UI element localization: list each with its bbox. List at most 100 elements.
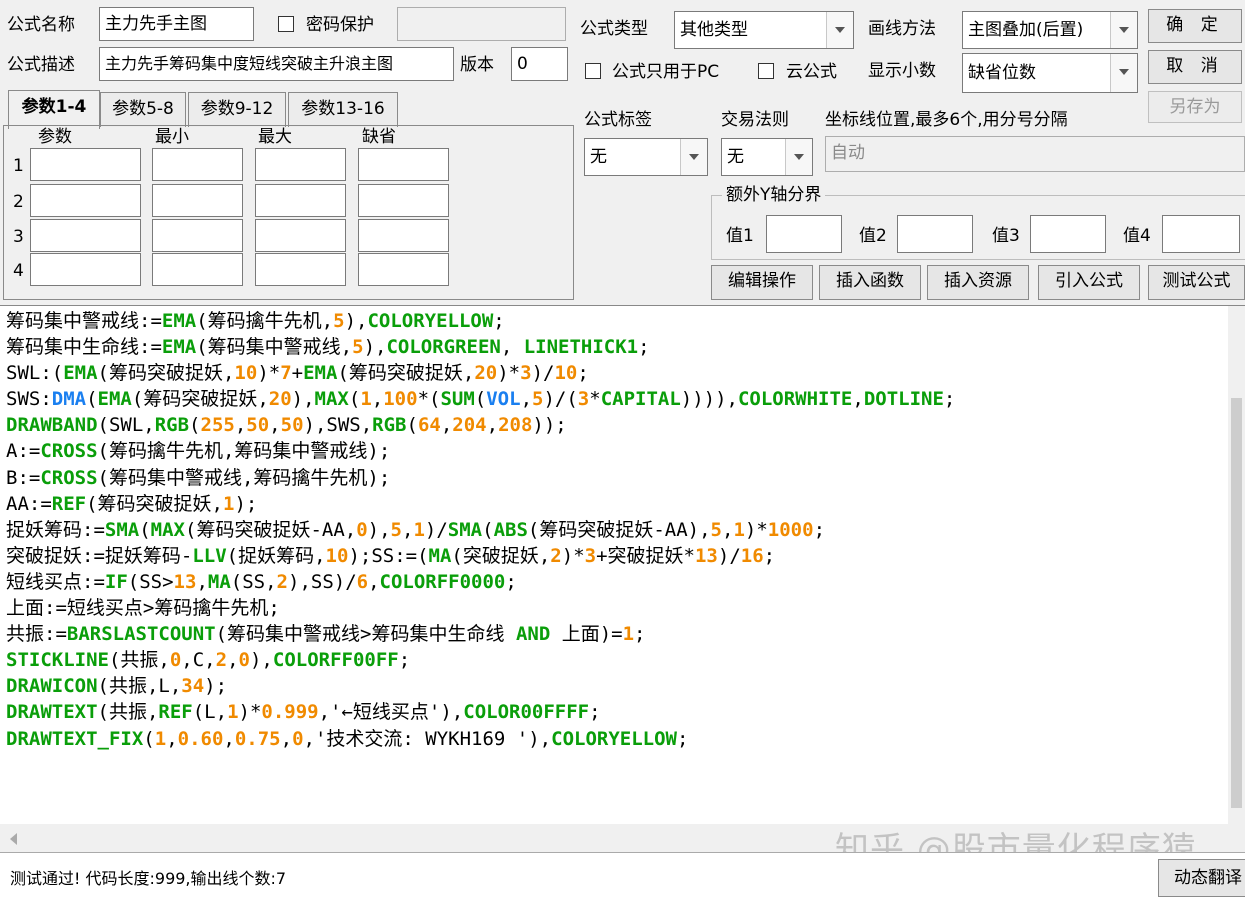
axis-position-input[interactable]: 自动	[825, 136, 1245, 172]
param-min-input[interactable]	[152, 219, 243, 252]
code-token: ABS	[493, 518, 528, 541]
import-formula-button[interactable]: 引入公式	[1038, 265, 1140, 300]
param-name-input[interactable]	[30, 253, 141, 286]
cloud-formula-checkbox[interactable]	[758, 63, 774, 79]
code-token: 筹码集中生命线:=	[6, 336, 162, 359]
scroll-left-arrow-icon[interactable]	[10, 833, 17, 845]
formula-type-select[interactable]: 其他类型	[674, 11, 854, 49]
code-text[interactable]: 筹码集中警戒线:=EMA(筹码擒牛先机,5),COLORYELLOW; 筹码集中生…	[6, 308, 955, 752]
code-token: );	[234, 492, 258, 515]
code-editor[interactable]: 筹码集中警戒线:=EMA(筹码擒牛先机,5),COLORYELLOW; 筹码集中生…	[0, 305, 1245, 853]
formula-tag-select[interactable]: 无	[584, 138, 708, 176]
code-token: (	[143, 727, 155, 750]
formula-name-input[interactable]: 主力先手主图	[99, 7, 254, 41]
code-token: ,	[368, 570, 380, 593]
code-token: (	[474, 388, 487, 411]
code-line[interactable]: 短线买点:=IF(SS>13,MA(SS,2),SS)/6,COLORFF000…	[6, 569, 955, 595]
code-line[interactable]: 共振:=BARSLASTCOUNT(筹码集中警戒线>筹码集中生命线 AND 上面…	[6, 621, 955, 647]
code-token: ,	[440, 414, 453, 437]
chevron-down-icon[interactable]	[785, 139, 812, 175]
code-line[interactable]: A:=CROSS(筹码擒牛先机,筹码集中警戒线);	[6, 438, 955, 464]
code-token: )*	[257, 362, 281, 385]
code-token: 上面)=	[550, 623, 623, 646]
param-max-input[interactable]	[255, 219, 346, 252]
code-line[interactable]: DRAWTEXT_FIX(1,0.60,0.75,0,'技术交流: WYKH16…	[6, 726, 955, 752]
insert-function-button[interactable]: 插入函数	[819, 265, 921, 300]
param-max-input[interactable]	[255, 184, 346, 217]
version-label: 版本	[460, 55, 494, 75]
edit-operations-button[interactable]: 编辑操作	[711, 265, 813, 300]
param-min-input[interactable]	[152, 184, 243, 217]
pc-only-checkbox[interactable]	[585, 63, 601, 79]
code-token: EMA	[161, 336, 197, 359]
param-max-input[interactable]	[255, 253, 346, 286]
tab-params-9-12[interactable]: 参数9-12	[188, 92, 286, 127]
code-token: 255	[200, 414, 235, 437]
decimals-label: 显示小数	[868, 61, 936, 81]
code-token: B:=	[6, 466, 41, 489]
cancel-button[interactable]: 取 消	[1148, 50, 1242, 84]
code-token: (捉妖筹码,	[226, 544, 326, 567]
password-label: 密码保护	[306, 15, 374, 35]
code-token: MA	[207, 570, 231, 593]
code-line[interactable]: STICKLINE(共振,0,C,2,0),COLORFF00FF;	[6, 647, 955, 673]
param-header-min: 最小	[155, 127, 189, 147]
tab-params-1-4[interactable]: 参数1-4	[8, 90, 100, 129]
test-formula-button[interactable]: 测试公式	[1148, 265, 1245, 300]
code-token: ;	[676, 727, 689, 750]
code-token: 1	[413, 518, 425, 541]
code-line[interactable]: DRAWBAND(SWL,RGB(255,50,50),SWS,RGB(64,2…	[6, 412, 955, 438]
param-name-input[interactable]	[30, 184, 141, 217]
param-name-input[interactable]	[30, 219, 141, 252]
code-token: 1	[733, 518, 745, 541]
chevron-down-icon[interactable]	[826, 12, 853, 48]
param-min-input[interactable]	[152, 253, 243, 286]
code-line[interactable]: 突破捉妖:=捉妖筹码-LLV(捉妖筹码,10);SS:=(MA(突破捉妖,2)*…	[6, 543, 955, 569]
code-line[interactable]: 筹码集中警戒线:=EMA(筹码擒牛先机,5),COLORYELLOW;	[6, 308, 955, 334]
chevron-down-icon[interactable]	[680, 139, 707, 175]
vertical-scroll-thumb[interactable]	[1231, 398, 1242, 808]
chevron-down-icon[interactable]	[1110, 12, 1137, 48]
code-token: ),	[291, 388, 315, 411]
chevron-down-icon[interactable]	[1110, 54, 1137, 92]
code-line[interactable]: AA:=REF(筹码突破捉妖,1);	[6, 491, 955, 517]
param-default-input[interactable]	[358, 253, 449, 286]
code-token: ,	[196, 570, 208, 593]
y-value-1-input[interactable]	[766, 215, 842, 253]
ok-button[interactable]: 确 定	[1148, 9, 1242, 43]
param-default-input[interactable]	[358, 148, 449, 181]
trade-rule-select[interactable]: 无	[721, 138, 813, 176]
code-line[interactable]: SWL:(EMA(筹码突破捉妖,10)*7+EMA(筹码突破捉妖,20)*3)/…	[6, 360, 955, 386]
code-token: 13	[694, 544, 718, 567]
code-line[interactable]: B:=CROSS(筹码集中警戒线,筹码擒牛先机);	[6, 465, 955, 491]
code-line[interactable]: DRAWTEXT(共振,REF(L,1)*0.999,'←短线买点'),COLO…	[6, 699, 955, 725]
y-value-4-input[interactable]	[1162, 215, 1240, 253]
tab-params-5-8[interactable]: 参数5-8	[100, 92, 186, 127]
param-name-input[interactable]	[30, 148, 141, 181]
code-line[interactable]: DRAWICON(共振,L,34);	[6, 673, 955, 699]
code-line[interactable]: 上面:=短线买点>筹码擒牛先机;	[6, 595, 955, 621]
save-as-button[interactable]: 另存为	[1148, 91, 1242, 123]
param-default-input[interactable]	[358, 219, 449, 252]
decimals-select[interactable]: 缺省位数	[962, 53, 1138, 93]
password-checkbox[interactable]	[278, 16, 294, 32]
code-line[interactable]: 捉妖筹码:=SMA(MAX(筹码突破捉妖-AA,0),5,1)/SMA(ABS(…	[6, 517, 955, 543]
y-value-3-input[interactable]	[1030, 215, 1106, 253]
param-min-input[interactable]	[152, 148, 243, 181]
formula-type-value: 其他类型	[680, 20, 748, 40]
param-max-input[interactable]	[255, 148, 346, 181]
vertical-scrollbar[interactable]	[1228, 306, 1245, 853]
code-line[interactable]: 筹码集中生命线:=EMA(筹码集中警戒线,5),COLORGREEN, LINE…	[6, 334, 955, 360]
draw-method-select[interactable]: 主图叠加(后置)	[962, 11, 1138, 49]
insert-resource-button[interactable]: 插入资源	[927, 265, 1029, 300]
version-input[interactable]: 0	[511, 47, 568, 81]
y-value-2-input[interactable]	[897, 215, 973, 253]
code-token: ),	[249, 649, 273, 672]
code-token: )/	[424, 518, 448, 541]
formula-desc-input[interactable]: 主力先手筹码集中度短线突破主升浪主图	[99, 47, 454, 81]
param-default-input[interactable]	[358, 184, 449, 217]
dynamic-translate-button[interactable]: 动态翻译	[1158, 859, 1245, 897]
tab-params-13-16[interactable]: 参数13-16	[288, 92, 398, 127]
code-line[interactable]: SWS:DMA(EMA(筹码突破捉妖,20),MAX(1,100*(SUM(VO…	[6, 386, 955, 412]
code-token: (	[86, 388, 98, 411]
